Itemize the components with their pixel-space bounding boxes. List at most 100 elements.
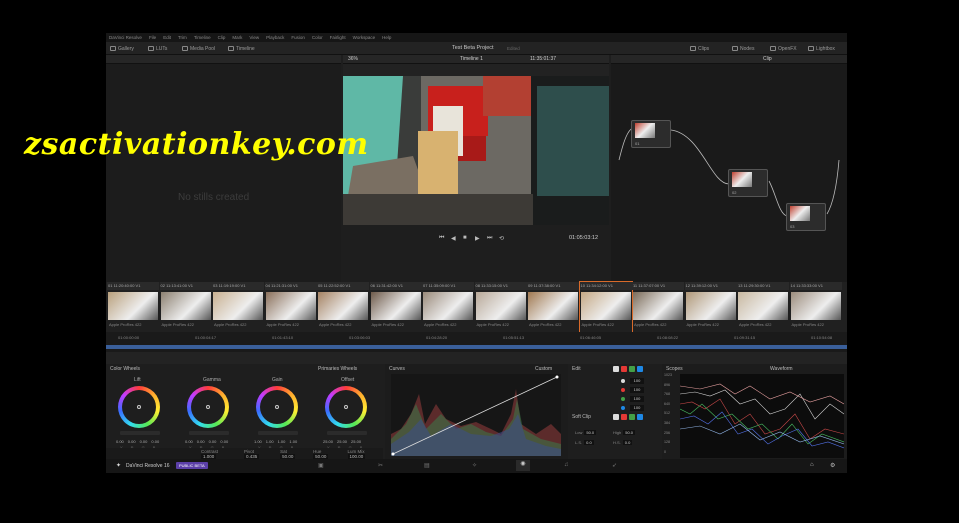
clip-thumbnail[interactable]: 04 11:21:31:00 V1 Apple ProRes 422	[264, 282, 317, 332]
softclip-b-toggle[interactable]	[637, 414, 643, 420]
channel-intensity[interactable]: 100	[630, 405, 644, 411]
menu-item-trim[interactable]: Trim	[178, 35, 187, 40]
node-03[interactable]: 03	[786, 203, 826, 231]
step-back-icon[interactable]: ◀	[451, 235, 456, 242]
channel-g-toggle[interactable]	[629, 366, 635, 372]
menu-item-edit[interactable]: Edit	[163, 35, 171, 40]
wheel-value[interactable]: 0.00	[209, 439, 217, 444]
wheel-value[interactable]: 0.00	[197, 439, 205, 444]
node-02[interactable]: 02	[728, 169, 768, 197]
channel-b-toggle[interactable]	[637, 366, 643, 372]
wheel-value[interactable]: 0.00	[116, 439, 124, 444]
play-icon[interactable]: ▶	[475, 235, 480, 242]
adjust-sat[interactable]: Sat 50.00	[280, 449, 303, 459]
curves-mode[interactable]: Custom	[535, 366, 552, 372]
clip-thumbnail[interactable]: 07 11:35:09:00 V1 Apple ProRes 422	[422, 282, 474, 332]
openfx-button[interactable]: OpenFX	[770, 44, 797, 53]
zoom-level[interactable]: 36%	[348, 56, 358, 62]
timeline-name[interactable]: Timeline 1	[460, 56, 483, 62]
media-page-icon[interactable]: ▣	[318, 462, 324, 469]
timeline-button[interactable]: Timeline	[228, 44, 255, 53]
gallery-button[interactable]: Gallery	[110, 44, 134, 53]
stop-icon[interactable]: ■	[463, 235, 467, 241]
menu-item-fusion[interactable]: Fusion	[291, 35, 305, 40]
menu-item-help[interactable]: Help	[382, 35, 391, 40]
adjust-contrast[interactable]: Contrast 1.000	[201, 449, 234, 459]
master-wheel-slider[interactable]	[327, 431, 367, 435]
menu-item-clip[interactable]: Clip	[218, 35, 226, 40]
master-wheel-slider[interactable]	[189, 431, 229, 435]
luts-button[interactable]: LUTs	[148, 44, 167, 53]
softclip-r-toggle[interactable]	[621, 414, 627, 420]
clip-thumbnail[interactable]: 11 11:37:07:00 V1 Apple ProRes 422	[632, 282, 684, 332]
node-editor[interactable]: 01 02 03	[611, 64, 847, 282]
curve-graph[interactable]	[391, 374, 561, 456]
clip-thumbnail[interactable]: 13 11:29:30:00 V1 Apple ProRes 422	[737, 282, 789, 332]
deliver-page-icon[interactable]: ➶	[612, 462, 617, 469]
menu-item-view[interactable]: View	[249, 35, 259, 40]
menu-item-playback[interactable]: Playback	[266, 35, 284, 40]
softclip-g-toggle[interactable]	[629, 414, 635, 420]
menu-item-fairlight[interactable]: Fairlight	[330, 35, 346, 40]
wheel-value[interactable]: 25.00	[323, 439, 333, 444]
clips-button[interactable]: Clips	[690, 44, 709, 53]
ls-field[interactable]: L.S. 0.0	[575, 440, 594, 445]
softclip-y-toggle[interactable]	[613, 414, 619, 420]
wheel-value[interactable]: 1.00	[289, 439, 297, 444]
skip-forward-icon[interactable]: ⏭	[487, 235, 492, 242]
clip-thumbnail[interactable]: 01 11:20:40:00 V1 Apple ProRes 422	[107, 282, 159, 332]
color-wheel-lift[interactable]	[118, 386, 160, 428]
adjust-hue[interactable]: Hue 50.00	[313, 449, 337, 459]
color-wheel-offset[interactable]	[325, 386, 367, 428]
channel-intensity[interactable]: 100	[630, 378, 644, 384]
wheel-value[interactable]: 0.00	[140, 439, 148, 444]
color-wheel-gain[interactable]	[256, 386, 298, 428]
menu-item-timeline[interactable]: Timeline	[194, 35, 211, 40]
wheel-value[interactable]: 1.00	[254, 439, 262, 444]
menu-item-color[interactable]: Color	[312, 35, 323, 40]
color-page-icon[interactable]: ◉	[516, 460, 530, 471]
clip-thumbnail[interactable]: 03 11:19:19:00 V1 Apple ProRes 422	[212, 282, 264, 332]
clip-thumbnail[interactable]: 09 11:37:38:00 V1 Apple ProRes 422	[527, 282, 579, 332]
skip-back-icon[interactable]: ⏮	[439, 235, 444, 242]
channel-r-toggle[interactable]	[621, 366, 627, 372]
lightbox-button[interactable]: Lightbox	[808, 44, 835, 53]
channel-intensity[interactable]: 100	[630, 387, 644, 393]
mini-timeline[interactable]: 01:00:00:00 01:00:04:17 01:01:43:10 01:03:0…	[106, 332, 847, 352]
wheel-handle[interactable]	[137, 405, 141, 409]
wheel-value[interactable]: 1.00	[266, 439, 274, 444]
wheel-value[interactable]: 0.00	[220, 439, 228, 444]
nodes-button[interactable]: Nodes	[732, 44, 754, 53]
fusion-page-icon[interactable]: ✧	[472, 462, 477, 469]
adjust-pivot[interactable]: Pivot 0.435	[244, 449, 270, 459]
clip-thumbnail[interactable]: 08 11:33:15:00 V1 Apple ProRes 422	[474, 282, 527, 332]
wheel-handle[interactable]	[275, 405, 279, 409]
channel-intensity[interactable]: 100	[630, 396, 644, 402]
wheel-handle[interactable]	[206, 405, 210, 409]
low-field[interactable]: Low 50.0	[575, 430, 597, 435]
loop-icon[interactable]: ⟲	[499, 235, 504, 242]
color-wheel-gamma[interactable]	[187, 386, 229, 428]
clip-thumbnail[interactable]: 14 11:33:33:00 V1 Apple ProRes 422	[789, 282, 842, 332]
media-pool-button[interactable]: Media Pool	[182, 44, 215, 53]
menu-item-mark[interactable]: Mark	[232, 35, 242, 40]
fairlight-page-icon[interactable]: ♫	[564, 462, 569, 468]
master-wheel-slider[interactable]	[120, 431, 160, 435]
hs-field[interactable]: H.S. 0.0	[613, 440, 633, 445]
clip-thumbnail[interactable]: 02 11:13:41:00 V1 Apple ProRes 422	[159, 282, 212, 332]
menu-item-file[interactable]: File	[149, 35, 156, 40]
home-icon[interactable]: ⌂	[810, 462, 814, 468]
node-01[interactable]: 01	[631, 120, 671, 148]
clip-thumbnail[interactable]: 06 11:31:42:00 V1 Apple ProRes 422	[369, 282, 422, 332]
wheel-value[interactable]: 0.00	[128, 439, 136, 444]
channel-y-toggle[interactable]	[613, 366, 619, 372]
edit-page-icon[interactable]: ▤	[424, 462, 430, 469]
clip-thumbnail[interactable]: 10 11:34:12:00 V1 Apple ProRes 422	[578, 281, 633, 333]
wheel-value[interactable]: 0.00	[185, 439, 193, 444]
wheel-handle[interactable]	[344, 405, 348, 409]
wheel-value[interactable]: 25.00	[351, 439, 361, 444]
clip-thumbnail[interactable]: 05 11:22:52:00 V1 Apple ProRes 422	[317, 282, 369, 332]
wheel-value[interactable]: 1.00	[278, 439, 286, 444]
high-field[interactable]: High 50.0	[613, 430, 636, 435]
wheel-value[interactable]: 25.00	[337, 439, 347, 444]
